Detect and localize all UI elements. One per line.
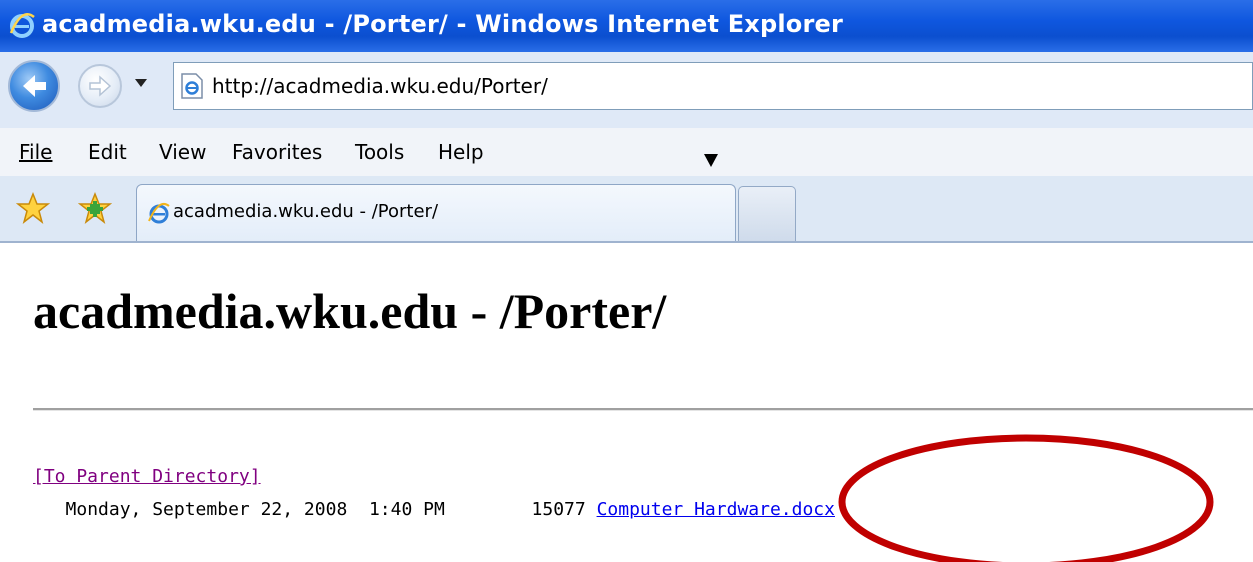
add-favorites-icon[interactable] xyxy=(78,192,112,224)
menu-tools[interactable]: Tools xyxy=(355,140,404,164)
menu-view[interactable]: View xyxy=(159,140,206,164)
back-arrow-icon xyxy=(23,75,46,97)
recent-pages-dropdown[interactable] xyxy=(135,79,147,87)
file-row: Monday, September 22, 2008 1:40 PM 15077… xyxy=(33,499,835,520)
file-size: 15077 xyxy=(531,499,586,520)
menu-bar: File Edit View Favorites Tools Help xyxy=(0,128,1253,177)
menu-favorites[interactable]: Favorites xyxy=(232,140,322,164)
ie-logo-icon xyxy=(9,13,35,38)
new-tab-button[interactable] xyxy=(738,186,796,241)
title-bar: acadmedia.wku.edu - /Porter/ - Windows I… xyxy=(0,0,1253,52)
menu-edit[interactable]: Edit xyxy=(88,140,127,164)
forward-arrow-icon xyxy=(89,75,112,97)
directory-listing: [To Parent Directory] Monday, September … xyxy=(33,460,835,526)
page-heading: acadmedia.wku.edu - /Porter/ xyxy=(33,283,667,339)
tab-row: acadmedia.wku.edu - /Porter/ xyxy=(0,176,1253,243)
mouse-cursor-icon xyxy=(704,154,718,167)
window-title: acadmedia.wku.edu - /Porter/ - Windows I… xyxy=(42,10,844,38)
tab-label: acadmedia.wku.edu - /Porter/ xyxy=(173,201,439,222)
url-text: http://acadmedia.wku.edu/Porter/ xyxy=(212,74,548,98)
divider xyxy=(33,408,1253,411)
forward-button[interactable] xyxy=(78,64,122,108)
ie-logo-icon xyxy=(148,202,170,224)
file-date: Monday, September 22, 2008 xyxy=(65,499,348,520)
file-link[interactable]: Computer Hardware.docx xyxy=(597,499,835,520)
tab-current-page[interactable]: acadmedia.wku.edu - /Porter/ xyxy=(136,184,736,241)
back-button[interactable] xyxy=(8,60,60,112)
address-field[interactable]: http://acadmedia.wku.edu/Porter/ xyxy=(173,62,1253,110)
annotation-circle xyxy=(838,434,1214,562)
favorites-star-icon[interactable] xyxy=(16,192,50,224)
address-toolbar: http://acadmedia.wku.edu/Porter/ xyxy=(0,52,1253,129)
file-time: 1:40 PM xyxy=(368,499,445,520)
parent-directory-link[interactable]: [To Parent Directory] xyxy=(33,466,261,487)
page-icon xyxy=(181,73,203,99)
menu-file[interactable]: File xyxy=(19,140,52,164)
menu-help[interactable]: Help xyxy=(438,140,484,164)
